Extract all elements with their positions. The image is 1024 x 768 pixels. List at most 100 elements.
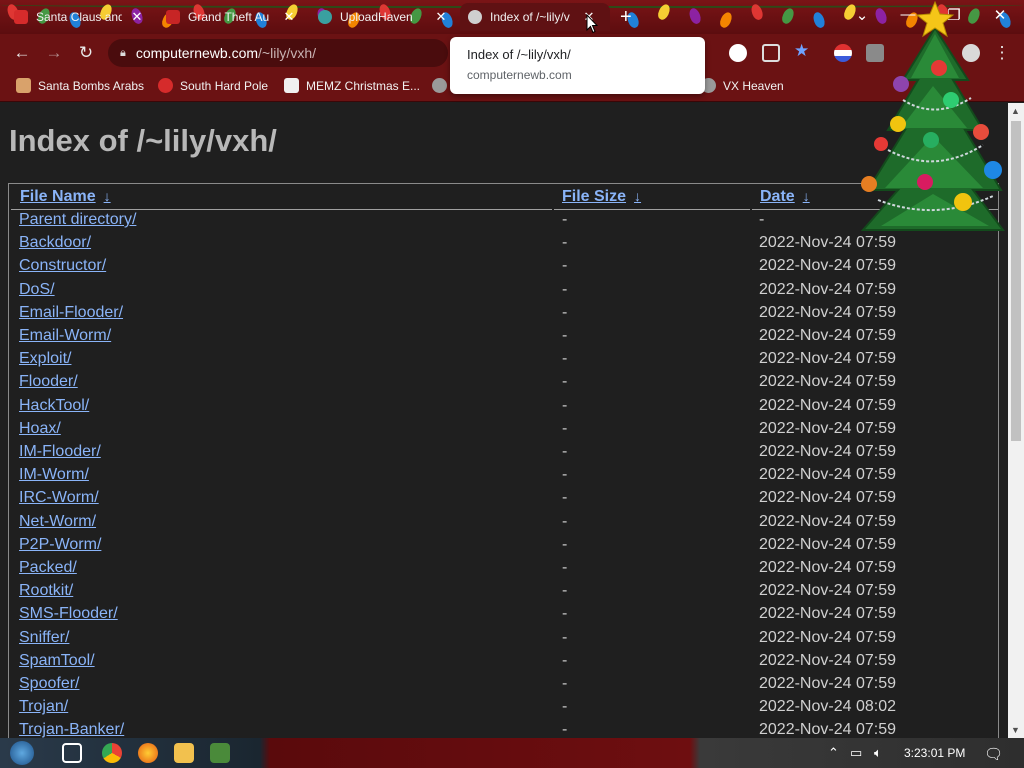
network-icon[interactable]: ▭ <box>850 745 862 761</box>
bookmark-south-hard-pole[interactable]: South Hard Pole <box>158 78 268 93</box>
extension-flag-icon[interactable] <box>834 44 852 62</box>
address-bar[interactable]: 🔒︎ computernewb.com/~lily/vxh/ <box>108 39 448 67</box>
file-date: 2022-Nov-24 07:59 <box>759 512 896 530</box>
bookmark-vx-heaven[interactable]: VX Heaven <box>701 78 784 93</box>
tab-2[interactable]: Grand Theft Au ✕ <box>158 3 304 31</box>
taskbar-clock[interactable]: 3:23:01 PM <box>904 746 965 760</box>
tab-3[interactable]: UploadHaven ✕ <box>310 3 456 31</box>
table-row: Flooder/ - 2022-Nov-24 07:59 <box>9 373 996 396</box>
bookmark-star-icon[interactable]: ★ <box>794 41 812 60</box>
file-name-link[interactable]: SMS-Flooder/ <box>19 605 118 623</box>
file-name-link[interactable]: Backdoor/ <box>19 234 91 252</box>
file-name-link[interactable]: Flooder/ <box>19 373 78 391</box>
google-lens-icon[interactable] <box>729 44 747 62</box>
file-name-link[interactable]: SpamTool/ <box>19 652 95 670</box>
scrollbar-thumb[interactable] <box>1011 121 1021 441</box>
bookmark-raccoon-icon[interactable] <box>432 78 447 93</box>
file-date: 2022-Nov-24 07:59 <box>759 582 896 600</box>
sort-arrow-icon[interactable]: ↓ <box>104 188 111 204</box>
file-listing-table: File Name ↓ File Size ↓ Date ↓ Parent direc… <box>8 183 999 738</box>
sort-arrow-icon[interactable]: ↓ <box>803 188 810 204</box>
menu-kebab-icon[interactable]: ⋮ <box>992 43 1012 63</box>
tab-close-icon[interactable]: ✕ <box>130 9 144 25</box>
bookmark-santa-bombs-arabs[interactable]: Santa Bombs Arabs <box>16 78 144 93</box>
task-view-icon[interactable] <box>62 743 82 763</box>
file-name-link[interactable]: Rootkit/ <box>19 582 73 600</box>
table-row: Spoofer/ - 2022-Nov-24 07:59 <box>9 675 996 698</box>
notification-icon[interactable]: 🗨︎ <box>984 745 1003 763</box>
firefox-taskbar-icon[interactable] <box>138 743 158 763</box>
file-name-link[interactable]: DoS/ <box>19 281 55 299</box>
file-name-link[interactable]: Parent directory/ <box>19 211 136 229</box>
forward-button[interactable]: → <box>44 43 64 63</box>
sort-by-name-link[interactable]: File Name <box>20 188 96 205</box>
file-date: 2022-Nov-24 07:59 <box>759 373 896 391</box>
page-scrollbar[interactable]: ▲ ▼ <box>1008 103 1024 738</box>
tab-search-button[interactable]: ⌄ <box>852 6 872 24</box>
file-name-link[interactable]: Hoax/ <box>19 420 61 438</box>
new-tab-button[interactable]: + <box>620 7 632 27</box>
file-name-link[interactable]: HackTool/ <box>19 397 89 415</box>
file-name-link[interactable]: Email-Flooder/ <box>19 304 123 322</box>
file-explorer-taskbar-icon[interactable] <box>174 743 194 763</box>
file-date: 2022-Nov-24 07:59 <box>759 651 896 669</box>
table-row: DoS/ - 2022-Nov-24 07:59 <box>9 281 996 304</box>
file-name-link[interactable]: Exploit/ <box>19 350 71 368</box>
file-name-link[interactable]: IM-Flooder/ <box>19 443 101 461</box>
scroll-up-arrow-icon[interactable]: ▲ <box>1011 106 1020 116</box>
extension-s-icon[interactable] <box>866 44 884 62</box>
tab-1[interactable]: Santa Claus and ✕ <box>6 3 152 31</box>
file-name-link[interactable]: Email-Worm/ <box>19 327 111 345</box>
sort-by-date-link[interactable]: Date <box>760 188 795 205</box>
file-size: - <box>562 211 568 228</box>
file-name-link[interactable]: Trojan/ <box>19 698 68 716</box>
sort-arrow-icon[interactable]: ↓ <box>634 188 641 204</box>
maximize-button[interactable]: ❐ <box>944 6 964 24</box>
column-header-date[interactable]: Date ↓ <box>752 188 998 210</box>
file-name-link[interactable]: P2P-Worm/ <box>19 536 101 554</box>
file-date: 2022-Nov-24 07:59 <box>759 257 896 275</box>
tab-hover-tooltip: Index of /~lily/vxh/ computernewb.com <box>450 37 705 94</box>
christmas-bulb <box>687 6 703 26</box>
tab-title: Grand Theft Au <box>188 10 270 24</box>
close-window-button[interactable]: ✕ <box>990 6 1010 24</box>
tab-title: UploadHaven <box>340 10 413 24</box>
table-header: File Name ↓ File Size ↓ Date ↓ <box>11 186 998 210</box>
bookmark-memz-christmas[interactable]: MEMZ Christmas E... <box>284 78 420 93</box>
tab-title: Santa Claus and <box>36 10 122 24</box>
share-icon[interactable] <box>762 44 780 62</box>
file-name-link[interactable]: IRC-Worm/ <box>19 489 99 507</box>
chrome-taskbar-icon[interactable] <box>102 743 122 763</box>
file-date: 2022-Nov-24 07:59 <box>759 535 896 553</box>
file-size: - <box>562 582 568 600</box>
page-title: Index of /~lily/vxh/ <box>9 123 277 158</box>
file-name-link[interactable]: Spoofer/ <box>19 675 79 693</box>
file-name-link[interactable]: Constructor/ <box>19 257 106 275</box>
column-header-file-name[interactable]: File Name ↓ <box>11 188 552 210</box>
file-name-link[interactable]: Packed/ <box>19 559 77 577</box>
file-size: - <box>562 512 568 530</box>
minimize-button[interactable]: — <box>898 6 918 23</box>
column-header-file-size[interactable]: File Size ↓ <box>554 188 750 210</box>
scroll-down-arrow-icon[interactable]: ▼ <box>1011 725 1020 735</box>
sort-by-size-link[interactable]: File Size <box>562 188 626 205</box>
table-row: Rootkit/ - 2022-Nov-24 07:59 <box>9 582 996 605</box>
file-name-link[interactable]: Trojan-Banker/ <box>19 721 124 738</box>
reload-button[interactable]: ↻ <box>76 43 96 63</box>
table-row: Exploit/ - 2022-Nov-24 07:59 <box>9 350 996 373</box>
profile-avatar[interactable] <box>962 44 980 62</box>
back-button[interactable]: ← <box>12 43 32 63</box>
file-name-link[interactable]: Sniffer/ <box>19 629 69 647</box>
tab-favicon-2 <box>166 10 180 24</box>
tab-close-icon[interactable]: ✕ <box>434 9 448 25</box>
tab-close-icon[interactable]: ✕ <box>282 9 296 25</box>
christmas-bulb <box>780 6 796 26</box>
chevron-up-icon[interactable]: ⌃ <box>828 745 839 761</box>
file-date: 2022-Nov-24 07:59 <box>759 419 896 437</box>
file-name-link[interactable]: IM-Worm/ <box>19 466 89 484</box>
app-taskbar-icon[interactable] <box>210 743 230 763</box>
file-date: 2022-Nov-24 07:59 <box>759 303 896 321</box>
file-name-link[interactable]: Net-Worm/ <box>19 513 96 531</box>
volume-icon[interactable]: 🔈︎ <box>874 745 882 761</box>
start-button-icon[interactable] <box>10 741 34 765</box>
